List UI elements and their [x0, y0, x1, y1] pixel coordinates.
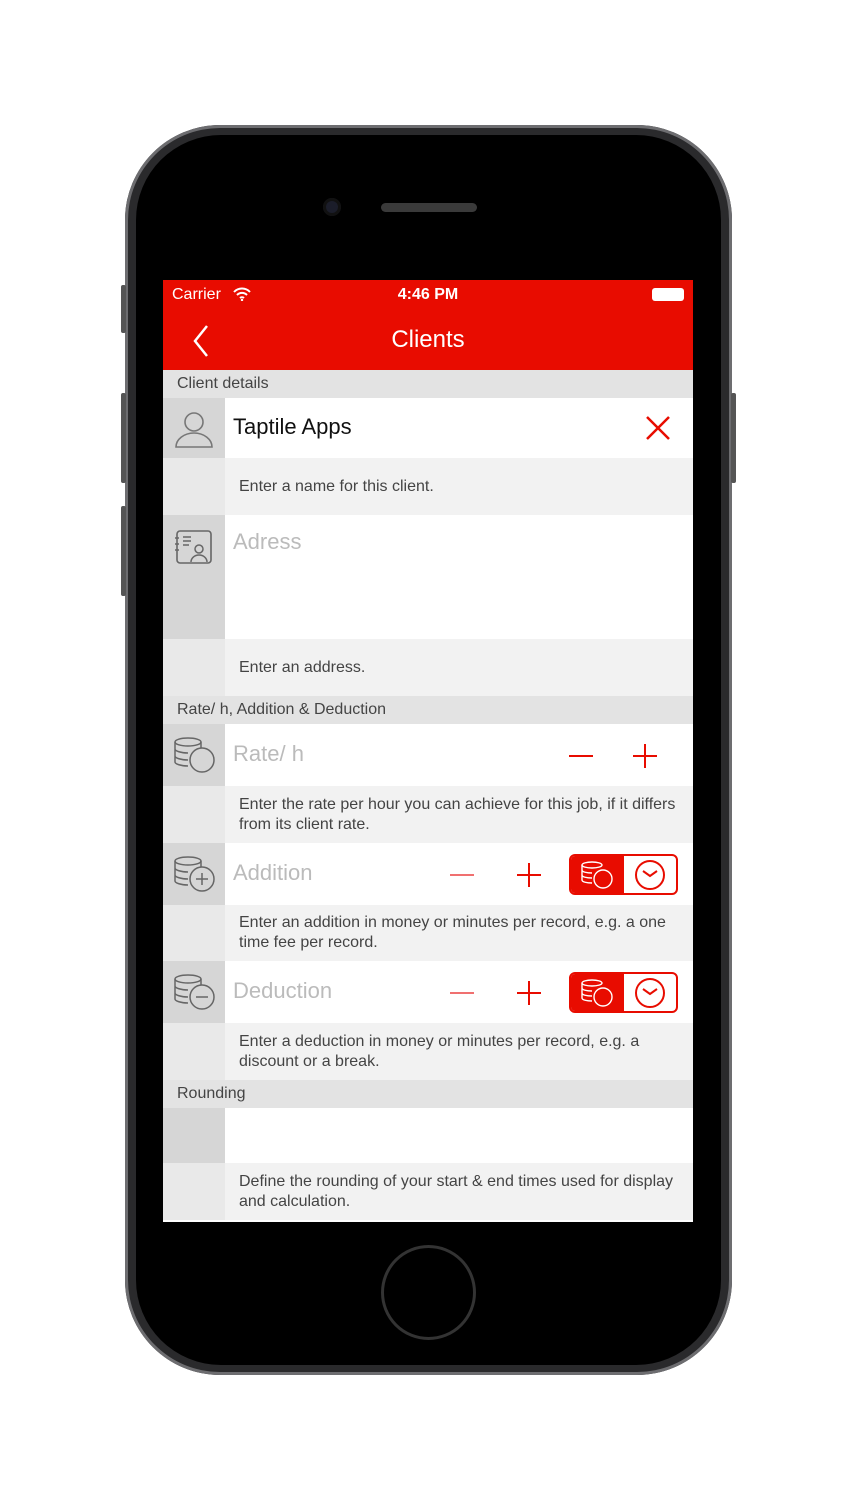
home-button[interactable] — [381, 1245, 476, 1340]
mute-switch — [121, 285, 126, 333]
section-rounding: Rounding — [163, 1080, 693, 1108]
time-mode-button[interactable] — [624, 856, 677, 893]
addition-hint: Enter an addition in money or minutes pe… — [225, 905, 693, 961]
person-icon — [175, 412, 213, 448]
deduction-mode-toggle[interactable] — [569, 972, 678, 1013]
rate-row: Rate/ h — [163, 724, 693, 786]
deduction-input[interactable]: Deduction — [225, 961, 693, 1023]
battery-icon — [652, 288, 684, 301]
address-book-icon — [175, 530, 212, 564]
speaker — [381, 203, 477, 212]
address-placeholder: Adress — [233, 529, 302, 554]
addition-row: Addition — [163, 843, 693, 905]
coins-minus-icon — [174, 974, 215, 1010]
name-row: Taptile Apps — [163, 398, 693, 458]
coins-icon — [174, 737, 215, 773]
rate-hint: Enter the rate per hour you can achieve … — [225, 786, 693, 843]
page-title: Clients — [391, 326, 465, 353]
deduction-placeholder: Deduction — [233, 978, 333, 1003]
nav-bar: Clients — [163, 310, 693, 370]
addition-input[interactable]: Addition — [225, 843, 693, 905]
section-rate: Rate/ h, Addition & Deduction — [163, 696, 693, 724]
camera — [323, 198, 341, 216]
rate-input[interactable]: Rate/ h — [225, 724, 693, 786]
name-value: Taptile Apps — [233, 414, 352, 439]
minus-icon[interactable] — [450, 863, 474, 887]
clock-icon — [634, 977, 665, 1008]
plus-icon[interactable] — [517, 863, 541, 887]
time-mode-button[interactable] — [624, 974, 677, 1011]
clock: 4:46 PM — [397, 286, 459, 303]
address-hint: Enter an address. — [225, 639, 693, 696]
section-client-details: Client details — [163, 370, 693, 398]
minus-icon[interactable] — [569, 744, 593, 768]
screen: Carrier 4:46 PM Clients Client details T… — [163, 280, 693, 1222]
name-input[interactable]: Taptile Apps — [225, 398, 693, 458]
plus-icon[interactable] — [633, 744, 657, 768]
rate-placeholder: Rate/ h — [233, 741, 304, 766]
addition-placeholder: Addition — [233, 860, 313, 885]
volume-down-button — [121, 506, 126, 596]
power-button — [731, 393, 736, 483]
addition-mode-toggle[interactable] — [569, 854, 678, 895]
coins-plus-icon — [174, 856, 215, 892]
address-row: Adress — [163, 515, 693, 639]
status-bar: Carrier 4:46 PM — [163, 280, 693, 310]
deduction-row: Deduction — [163, 961, 693, 1023]
plus-icon[interactable] — [517, 981, 541, 1005]
rounding-row[interactable] — [163, 1108, 693, 1163]
name-hint: Enter a name for this client. — [225, 458, 693, 515]
money-mode-button[interactable] — [571, 974, 624, 1011]
address-input[interactable]: Adress — [225, 515, 693, 639]
rounding-hint: Define the rounding of your start & end … — [225, 1163, 693, 1220]
coins-icon — [581, 978, 613, 1007]
deduction-hint: Enter a deduction in money or minutes pe… — [225, 1023, 693, 1080]
money-mode-button[interactable] — [571, 856, 624, 893]
clock-icon — [634, 859, 665, 890]
clear-icon[interactable] — [645, 415, 671, 441]
coins-icon — [581, 860, 613, 889]
minus-icon[interactable] — [450, 981, 474, 1005]
volume-up-button — [121, 393, 126, 483]
